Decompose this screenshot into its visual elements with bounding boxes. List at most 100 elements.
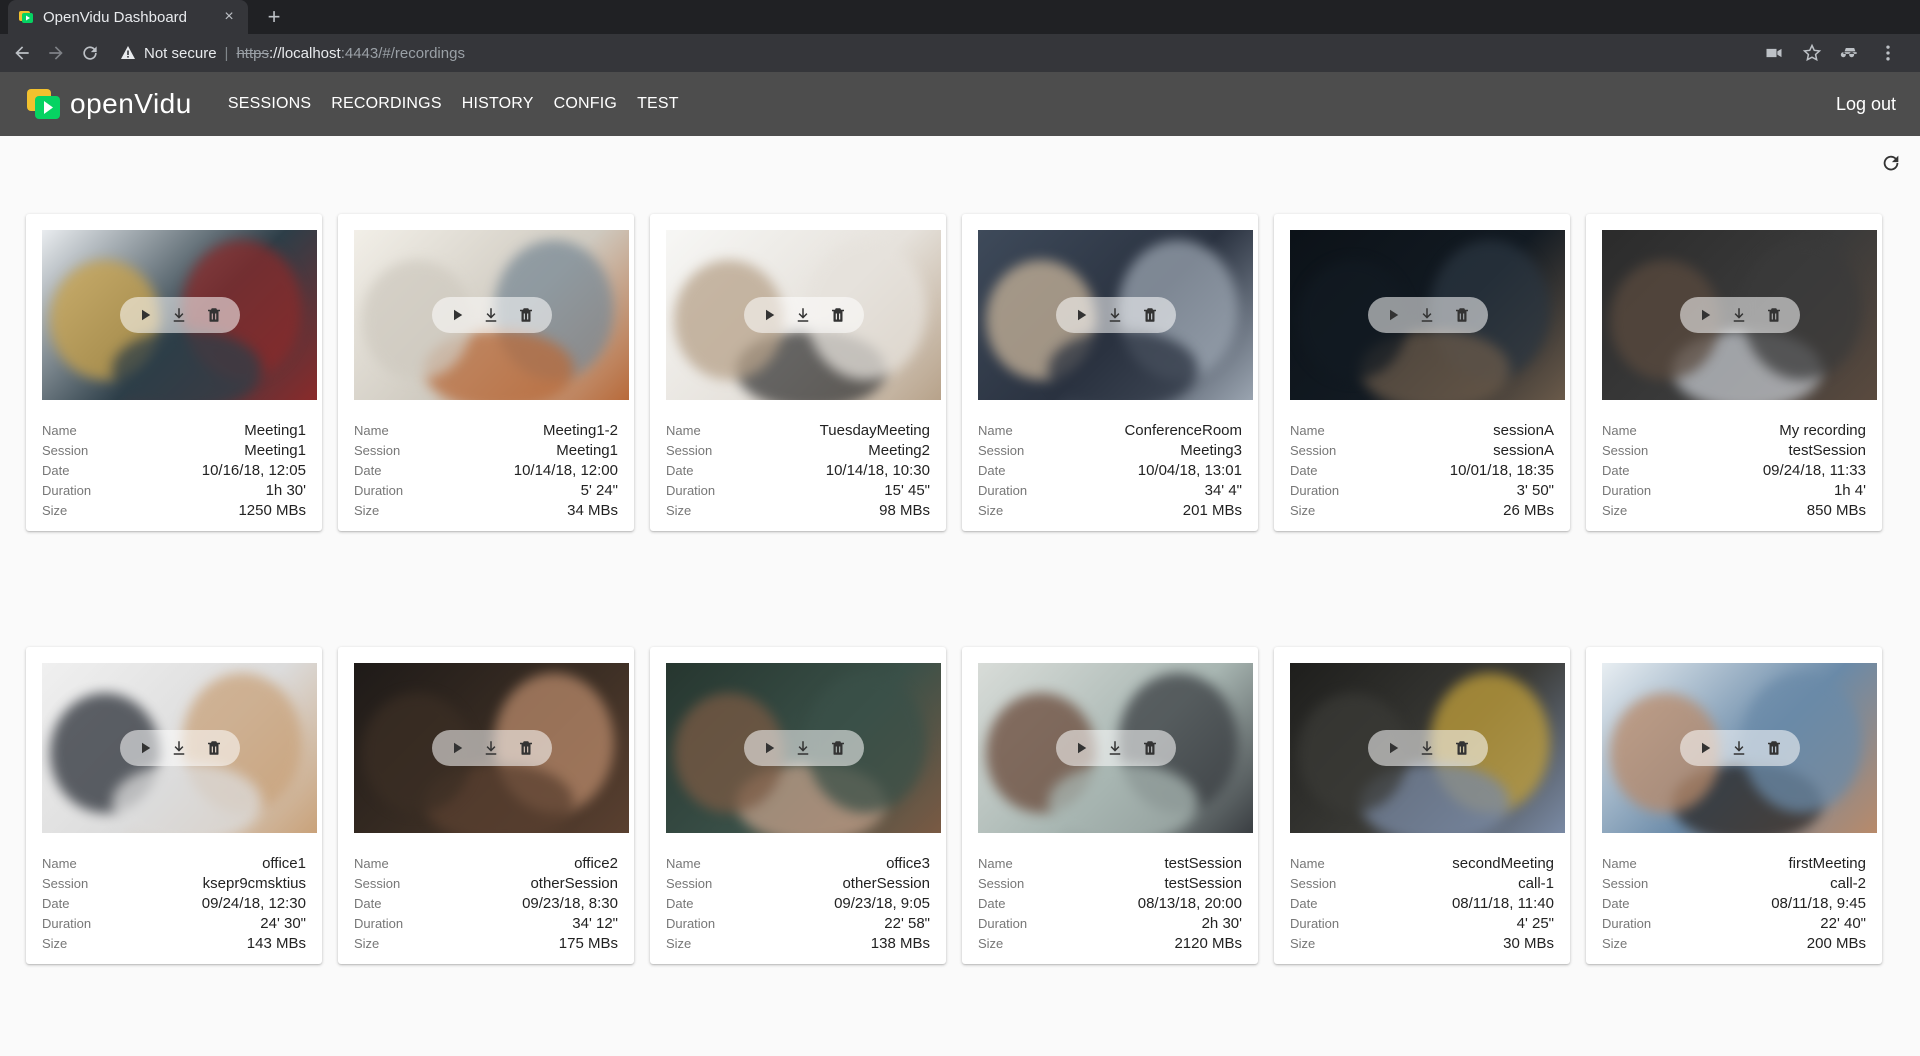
- detail-row-duration: Duration 3' 50": [1290, 482, 1554, 502]
- play-button[interactable]: [1380, 735, 1406, 761]
- date-label: Date: [42, 463, 70, 478]
- download-button[interactable]: [1414, 735, 1440, 761]
- recording-thumbnail[interactable]: [1602, 663, 1877, 833]
- not-secure-label[interactable]: Not secure: [144, 45, 217, 62]
- delete-button[interactable]: [201, 302, 227, 328]
- recording-name: secondMeeting: [1452, 855, 1554, 872]
- recording-thumbnail[interactable]: [1290, 663, 1565, 833]
- detail-row-duration: Duration 5' 24": [354, 482, 618, 502]
- detail-row-duration: Duration 2h 30': [978, 915, 1242, 935]
- play-button[interactable]: [1692, 735, 1718, 761]
- recording-card: Name firstMeeting Session call-2 Date 08…: [1586, 647, 1882, 964]
- detail-row-duration: Duration 15' 45": [666, 482, 930, 502]
- recording-session: Meeting2: [868, 442, 930, 459]
- detail-row-date: Date 10/14/18, 12:00: [354, 462, 618, 482]
- logout-button[interactable]: Log out: [1836, 94, 1896, 115]
- session-label: Session: [42, 443, 89, 458]
- duration-label: Duration: [1602, 916, 1652, 931]
- delete-button[interactable]: [825, 302, 851, 328]
- browser-tab[interactable]: OpenVidu Dashboard ×: [8, 0, 248, 34]
- download-button[interactable]: [1726, 735, 1752, 761]
- download-button[interactable]: [166, 735, 192, 761]
- play-button[interactable]: [1068, 735, 1094, 761]
- nav-sessions[interactable]: SESSIONS: [228, 95, 311, 113]
- recording-thumbnail[interactable]: [42, 663, 317, 833]
- bookmark-button[interactable]: [1798, 39, 1826, 67]
- openvidu-logo[interactable]: openVidu: [26, 87, 192, 121]
- recording-size: 143 MBs: [246, 935, 306, 952]
- download-button[interactable]: [1102, 302, 1128, 328]
- delete-button[interactable]: [513, 302, 539, 328]
- detail-row-name: Name sessionA: [1290, 422, 1554, 442]
- download-button[interactable]: [1102, 735, 1128, 761]
- recording-thumbnail[interactable]: [1602, 230, 1877, 400]
- play-button[interactable]: [444, 302, 470, 328]
- play-button[interactable]: [444, 735, 470, 761]
- nav-test[interactable]: TEST: [637, 95, 679, 113]
- delete-button[interactable]: [1137, 735, 1163, 761]
- play-button[interactable]: [756, 735, 782, 761]
- forward-button[interactable]: [42, 39, 70, 67]
- delete-button[interactable]: [513, 735, 539, 761]
- download-button[interactable]: [1414, 302, 1440, 328]
- download-icon: [1110, 308, 1121, 322]
- date-label: Date: [354, 896, 382, 911]
- delete-button[interactable]: [201, 735, 227, 761]
- recording-thumbnail[interactable]: [978, 663, 1253, 833]
- date-label: Date: [42, 896, 70, 911]
- refresh-button[interactable]: [1880, 152, 1904, 176]
- reload-button[interactable]: [76, 39, 104, 67]
- play-button[interactable]: [1692, 302, 1718, 328]
- recording-thumbnail[interactable]: [354, 230, 629, 400]
- download-button[interactable]: [790, 302, 816, 328]
- recording-thumbnail[interactable]: [666, 230, 941, 400]
- play-button[interactable]: [132, 735, 158, 761]
- browser-menu-button[interactable]: [1874, 39, 1902, 67]
- play-button[interactable]: [132, 302, 158, 328]
- recording-thumbnail[interactable]: [1290, 230, 1565, 400]
- recording-size: 850 MBs: [1806, 502, 1866, 519]
- recording-thumbnail[interactable]: [978, 230, 1253, 400]
- download-button[interactable]: [478, 302, 504, 328]
- detail-row-size: Size 175 MBs: [354, 935, 618, 955]
- delete-button[interactable]: [1449, 302, 1475, 328]
- recording-thumbnail[interactable]: [42, 230, 317, 400]
- tab-close-icon[interactable]: ×: [220, 8, 238, 26]
- detail-row-name: Name secondMeeting: [1290, 855, 1554, 875]
- download-button[interactable]: [166, 302, 192, 328]
- nav-history[interactable]: HISTORY: [462, 95, 534, 113]
- play-button[interactable]: [1068, 302, 1094, 328]
- recording-size: 138 MBs: [870, 935, 930, 952]
- download-icon: [1422, 741, 1433, 755]
- detail-row-session: Session testSession: [978, 875, 1242, 895]
- recording-session: testSession: [1788, 442, 1866, 459]
- download-button[interactable]: [478, 735, 504, 761]
- tab-title: OpenVidu Dashboard: [43, 8, 187, 26]
- delete-button[interactable]: [1137, 302, 1163, 328]
- recording-thumbnail[interactable]: [354, 663, 629, 833]
- trash-icon: [520, 741, 533, 755]
- delete-button[interactable]: [1761, 735, 1787, 761]
- trash-icon: [208, 308, 221, 322]
- thumbnail-shape: [112, 330, 262, 400]
- camera-indicator-button[interactable]: [1760, 39, 1788, 67]
- recording-details: Name TuesdayMeeting Session Meeting2 Dat…: [666, 422, 930, 522]
- date-label: Date: [1290, 896, 1318, 911]
- detail-row-session: Session sessionA: [1290, 442, 1554, 462]
- delete-button[interactable]: [1761, 302, 1787, 328]
- download-button[interactable]: [790, 735, 816, 761]
- play-button[interactable]: [1380, 302, 1406, 328]
- nav-recordings[interactable]: RECORDINGS: [331, 95, 441, 113]
- delete-button[interactable]: [1449, 735, 1475, 761]
- new-tab-button[interactable]: +: [260, 4, 288, 30]
- incognito-button[interactable]: [1836, 39, 1864, 67]
- download-button[interactable]: [1726, 302, 1752, 328]
- nav-config[interactable]: CONFIG: [554, 95, 617, 113]
- delete-button[interactable]: [825, 735, 851, 761]
- back-button[interactable]: [8, 39, 36, 67]
- address-bar[interactable]: Not secure | https://localhost:4443/#/re…: [116, 38, 1760, 68]
- recording-thumbnail[interactable]: [666, 663, 941, 833]
- detail-row-name: Name My recording: [1602, 422, 1866, 442]
- play-button[interactable]: [756, 302, 782, 328]
- trash-icon: [520, 308, 533, 322]
